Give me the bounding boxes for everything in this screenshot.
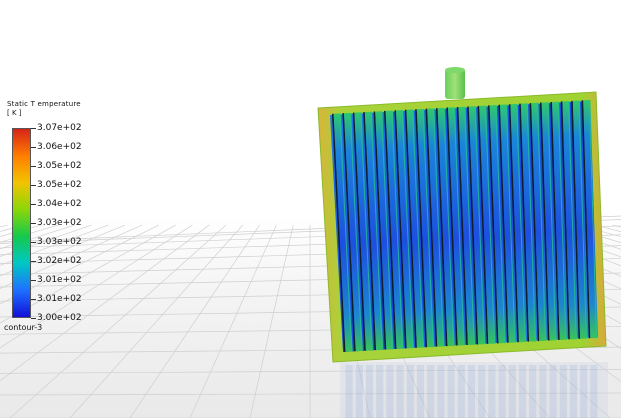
fin-reflection — [488, 365, 496, 418]
legend-tick — [31, 204, 36, 205]
legend-tick-label: 3.04e+02 — [37, 199, 82, 209]
colorbar — [12, 128, 31, 318]
fin-reflection — [549, 365, 557, 418]
grid-line — [129, 224, 260, 418]
fin-reflection — [355, 365, 363, 418]
fin-reflection — [447, 365, 455, 418]
legend-tick — [31, 128, 36, 129]
legend-tick-label: 3.01e+02 — [37, 275, 82, 285]
legend-tick — [31, 185, 36, 186]
fin-reflection — [376, 365, 384, 418]
fin-reflection — [386, 365, 394, 418]
inlet-pipe — [445, 69, 465, 99]
legend-tick-label: 3.02e+02 — [37, 256, 82, 266]
legend-tick-label: 3.00e+02 — [37, 313, 82, 323]
fin-reflection — [467, 365, 476, 418]
fin-reflection — [427, 365, 435, 418]
legend-tick — [31, 280, 36, 281]
fin-reflection — [345, 365, 353, 418]
contour-name: contour-3 — [4, 323, 43, 332]
fin-reflection — [518, 365, 527, 418]
fin-reflection — [457, 365, 465, 418]
grid-line — [189, 224, 277, 418]
fin-reflection — [416, 365, 425, 418]
fin-reflection — [569, 365, 578, 418]
color-legend[interactable]: Static T emperature [ K ] 3.07e+02 3.06e+… — [0, 98, 110, 338]
legend-title: Static T emperature — [7, 100, 81, 108]
fin-reflection — [437, 365, 445, 418]
legend-tick-label: 3.05e+02 — [37, 161, 82, 171]
graphics-viewport[interactable]: Static T emperature [ K ] 3.07e+02 3.06e+… — [0, 0, 621, 418]
legend-unit: [ K ] — [7, 109, 22, 117]
legend-tick — [31, 147, 36, 148]
model-reflection — [340, 362, 608, 418]
fin-reflection — [539, 365, 547, 418]
fin-reflection — [590, 365, 598, 418]
heat-sink-model — [317, 67, 607, 363]
legend-tick-label: 3.01e+02 — [37, 294, 82, 304]
legend-tick-label: 3.07e+02 — [37, 123, 82, 133]
legend-tick — [31, 166, 36, 167]
fin-reflection — [406, 365, 414, 418]
grid-line — [249, 224, 294, 418]
legend-tick-label: 3.03e+02 — [37, 218, 82, 228]
fin-reflection — [508, 365, 516, 418]
fin-reflection — [396, 365, 404, 418]
fin-reflection — [365, 365, 374, 418]
fin-reflection — [498, 365, 506, 418]
legend-tick — [31, 261, 36, 262]
fin-reflection — [529, 365, 537, 418]
legend-tick-label: 3.05e+02 — [37, 180, 82, 190]
legend-tick — [31, 223, 36, 224]
legend-tick-label: 3.03e+02 — [37, 237, 82, 247]
legend-tick — [31, 318, 36, 319]
fin-reflection — [478, 365, 486, 418]
legend-tick — [31, 242, 36, 243]
fin-reflection — [559, 365, 567, 418]
legend-tick — [31, 299, 36, 300]
fin-reflection — [580, 365, 588, 418]
legend-tick-label: 3.06e+02 — [37, 142, 82, 152]
